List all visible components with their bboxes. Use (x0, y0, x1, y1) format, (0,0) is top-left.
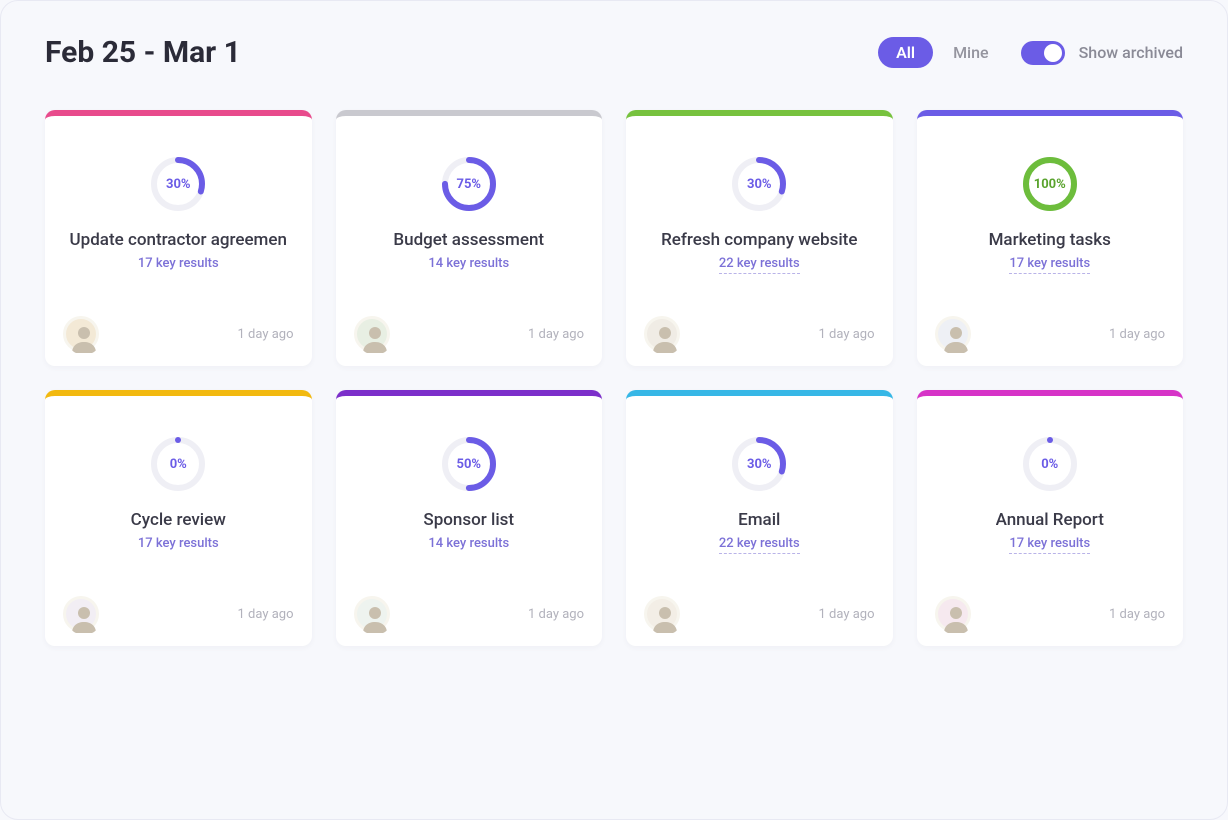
progress-ring: 50% (441, 436, 497, 492)
card-footer: 1 day ago (935, 596, 1166, 632)
card-footer: 1 day ago (935, 316, 1166, 352)
owner-avatar[interactable] (644, 596, 680, 632)
progress-percent: 100% (1022, 156, 1078, 212)
page-header: Feb 25 - Mar 1 All Mine Show archived (45, 35, 1183, 70)
filter-mine-button[interactable]: Mine (953, 43, 989, 62)
progress-ring: 30% (731, 436, 787, 492)
card-title: Budget assessment (393, 230, 544, 250)
card-title: Annual Report (996, 510, 1104, 530)
card-footer: 1 day ago (644, 316, 875, 352)
card-title: Sponsor list (423, 510, 514, 530)
progress-ring: 100% (1022, 156, 1078, 212)
goal-card[interactable]: 30% Refresh company website 22 key resul… (626, 110, 893, 366)
card-timestamp: 1 day ago (1109, 607, 1165, 622)
owner-avatar[interactable] (935, 596, 971, 632)
card-footer: 1 day ago (63, 316, 294, 352)
progress-percent: 30% (731, 156, 787, 212)
progress-ring: 0% (150, 436, 206, 492)
owner-avatar[interactable] (354, 596, 390, 632)
key-results-link[interactable]: 17 key results (138, 536, 219, 551)
filter-group: All Mine (878, 37, 989, 68)
card-title: Email (738, 510, 780, 530)
date-range-title: Feb 25 - Mar 1 (45, 35, 241, 70)
progress-percent: 30% (150, 156, 206, 212)
card-footer: 1 day ago (354, 316, 585, 352)
owner-avatar[interactable] (354, 316, 390, 352)
show-archived-toggle[interactable] (1021, 41, 1065, 65)
progress-ring: 75% (441, 156, 497, 212)
progress-ring: 30% (150, 156, 206, 212)
card-timestamp: 1 day ago (238, 327, 294, 342)
progress-ring: 0% (1022, 436, 1078, 492)
card-title: Cycle review (131, 510, 226, 530)
goal-card[interactable]: 75% Budget assessment 14 key results 1 d… (336, 110, 603, 366)
cards-grid: 30% Update contractor agreemen 17 key re… (45, 110, 1183, 646)
owner-avatar[interactable] (935, 316, 971, 352)
goal-card[interactable]: 100% Marketing tasks 17 key results 1 da… (917, 110, 1184, 366)
progress-percent: 0% (1022, 436, 1078, 492)
key-results-link[interactable]: 17 key results (138, 256, 219, 271)
owner-avatar[interactable] (63, 316, 99, 352)
card-title: Marketing tasks (989, 230, 1111, 250)
key-results-link[interactable]: 14 key results (428, 536, 509, 551)
card-timestamp: 1 day ago (819, 607, 875, 622)
header-controls: All Mine Show archived (878, 37, 1183, 68)
card-timestamp: 1 day ago (528, 607, 584, 622)
progress-ring: 30% (731, 156, 787, 212)
card-timestamp: 1 day ago (1109, 327, 1165, 342)
key-results-link[interactable]: 14 key results (428, 256, 509, 271)
goal-card[interactable]: 30% Email 22 key results 1 day ago (626, 390, 893, 646)
key-results-link[interactable]: 22 key results (719, 536, 800, 554)
card-timestamp: 1 day ago (528, 327, 584, 342)
progress-percent: 75% (441, 156, 497, 212)
card-timestamp: 1 day ago (819, 327, 875, 342)
card-title: Refresh company website (661, 230, 857, 250)
filter-all-button[interactable]: All (878, 37, 933, 68)
card-footer: 1 day ago (644, 596, 875, 632)
key-results-link[interactable]: 22 key results (719, 256, 800, 274)
card-title: Update contractor agreemen (70, 230, 287, 250)
key-results-link[interactable]: 17 key results (1009, 536, 1090, 554)
card-timestamp: 1 day ago (238, 607, 294, 622)
progress-percent: 0% (150, 436, 206, 492)
goal-card[interactable]: 0% Cycle review 17 key results 1 day ago (45, 390, 312, 646)
show-archived-label: Show archived (1079, 43, 1183, 62)
goal-card[interactable]: 0% Annual Report 17 key results 1 day ag… (917, 390, 1184, 646)
card-footer: 1 day ago (63, 596, 294, 632)
goal-card[interactable]: 50% Sponsor list 14 key results 1 day ag… (336, 390, 603, 646)
goal-card[interactable]: 30% Update contractor agreemen 17 key re… (45, 110, 312, 366)
progress-percent: 50% (441, 436, 497, 492)
card-footer: 1 day ago (354, 596, 585, 632)
owner-avatar[interactable] (63, 596, 99, 632)
archived-toggle-group: Show archived (1021, 41, 1183, 65)
key-results-link[interactable]: 17 key results (1009, 256, 1090, 274)
progress-percent: 30% (731, 436, 787, 492)
owner-avatar[interactable] (644, 316, 680, 352)
